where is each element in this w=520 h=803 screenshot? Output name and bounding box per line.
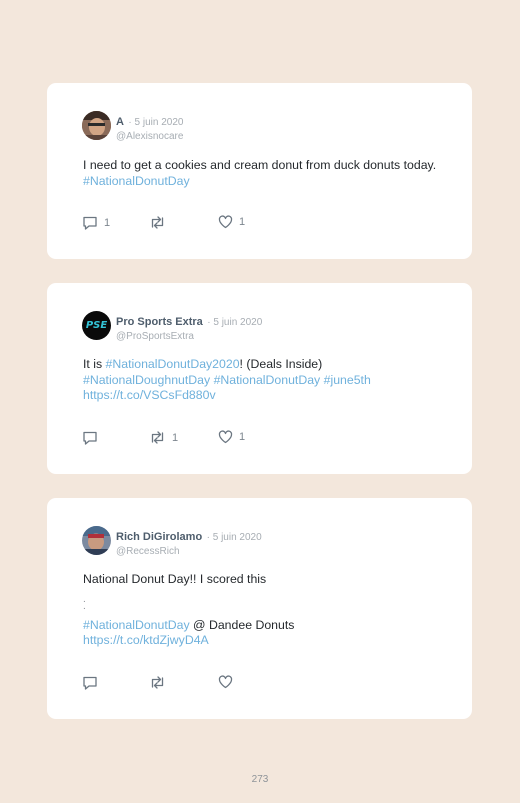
hashtag-link[interactable]: #NationalDonutDay — [83, 174, 190, 188]
url-link[interactable]: https://t.co/ktdZjwyD4A — [83, 633, 453, 649]
retweet-button[interactable]: 1 — [149, 430, 178, 445]
like-icon — [218, 430, 233, 444]
avatar[interactable] — [82, 526, 111, 555]
avatar-logo-text: PSE — [85, 320, 108, 331]
tweet-text: National Donut Day!! I scored this . . #… — [83, 572, 453, 649]
tweet-date[interactable]: · 5 juin 2020 — [207, 532, 262, 543]
hashtag-links[interactable]: #NationalDoughnutDay #NationalDonutDay #… — [83, 373, 453, 389]
like-count: 1 — [239, 431, 246, 443]
tweet-text: It is #NationalDonutDay2020! (Deals Insi… — [83, 357, 453, 404]
retweet-icon — [151, 431, 164, 444]
like-button[interactable]: 1 — [218, 215, 245, 229]
tweet-text-dot: . — [83, 600, 86, 612]
retweet-button[interactable] — [149, 675, 172, 690]
author-name[interactable]: A — [116, 116, 124, 128]
tweet-header: Rich DiGirolamo · 5 juin 2020 @RecessRic… — [116, 527, 262, 557]
like-button[interactable] — [218, 675, 239, 689]
retweet-count: 1 — [172, 431, 179, 444]
retweet-button[interactable] — [149, 215, 172, 230]
tweet-header: Pro Sports Extra · 5 juin 2020 @ProSport… — [116, 312, 262, 342]
tweet-actions: 1 1 — [82, 215, 442, 231]
like-count: 1 — [239, 216, 246, 228]
reply-icon — [83, 431, 97, 445]
reply-icon — [83, 216, 97, 230]
author-handle[interactable]: @RecessRich — [116, 546, 262, 557]
avatar-photo — [82, 526, 111, 555]
tweet-header: A · 5 juin 2020 @Alexisnocare — [116, 112, 183, 142]
tweet-actions: 1 1 — [82, 430, 442, 446]
hashtag-link[interactable]: #NationalDonutDay — [83, 618, 190, 632]
hashtag-link[interactable]: #NationalDonutDay2020 — [106, 357, 240, 371]
like-icon — [218, 215, 233, 229]
tweet-card: PSE Pro Sports Extra · 5 juin 2020 @ProS… — [47, 283, 472, 474]
page-number: 273 — [251, 774, 269, 785]
like-button[interactable]: 1 — [218, 430, 245, 444]
tweet-card: A · 5 juin 2020 @Alexisnocare I need to … — [47, 83, 472, 259]
tweet-text-plain: I need to get a cookies and cream donut … — [83, 158, 437, 172]
author-handle[interactable]: @Alexisnocare — [116, 131, 183, 142]
reply-button[interactable] — [82, 675, 104, 690]
author-handle[interactable]: @ProSportsExtra — [116, 331, 262, 342]
tweet-text-plain: It is — [83, 357, 106, 371]
retweet-icon — [151, 676, 164, 689]
like-icon — [218, 675, 233, 689]
url-link[interactable]: https://t.co/VSCsFd880v — [83, 388, 453, 404]
reply-icon — [83, 676, 97, 690]
tweet-text-plain: National Donut Day!! I scored this — [83, 572, 267, 586]
tweet-date[interactable]: · 5 juin 2020 — [128, 117, 183, 128]
avatar[interactable]: PSE — [82, 311, 111, 340]
tweet-text-plain: @ Dandee Donuts — [189, 617, 295, 632]
avatar-photo — [82, 111, 111, 140]
tweet-text-plain: ! (Deals Inside) — [239, 357, 323, 371]
reply-button[interactable]: 1 — [82, 215, 110, 230]
tweet-text: I need to get a cookies and cream donut … — [83, 158, 453, 189]
tweet-date[interactable]: · 5 juin 2020 — [207, 317, 262, 328]
reply-button[interactable] — [82, 430, 104, 445]
tweet-actions — [82, 675, 442, 691]
tweet-card: Rich DiGirolamo · 5 juin 2020 @RecessRic… — [47, 498, 472, 719]
avatar[interactable] — [82, 111, 111, 140]
author-name[interactable]: Pro Sports Extra — [116, 316, 203, 328]
author-name[interactable]: Rich DiGirolamo — [116, 531, 202, 543]
retweet-icon — [151, 216, 164, 229]
reply-count: 1 — [104, 216, 111, 229]
